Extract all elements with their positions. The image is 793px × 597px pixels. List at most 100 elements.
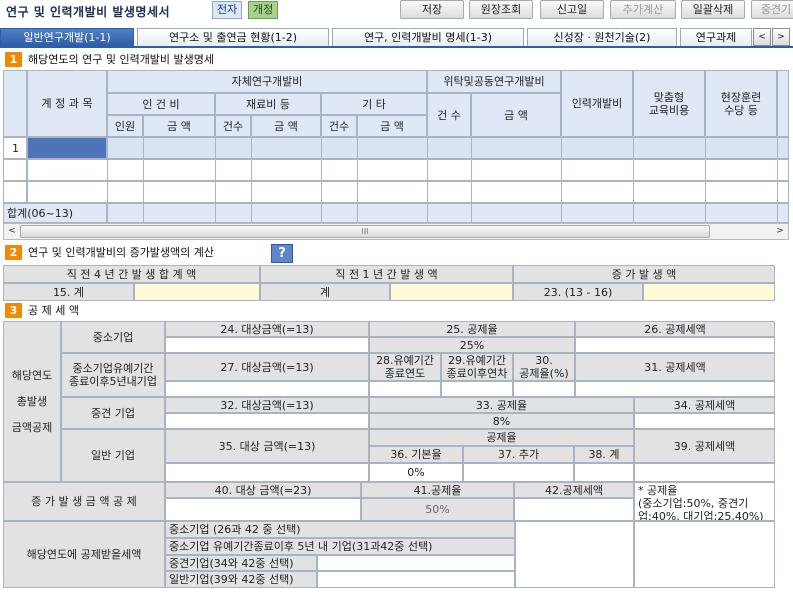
h35: 35. 대상 금액(=13) <box>165 429 369 463</box>
col-line <box>251 137 252 223</box>
col-line <box>777 137 778 223</box>
other-header: 기 타 <box>321 93 427 115</box>
account-header: 계 정 과 목 <box>27 70 107 137</box>
revision-badge[interactable]: 개정 <box>248 1 279 19</box>
scroll-right-icon[interactable]: > <box>772 224 788 239</box>
tab-general-rd[interactable]: 일반연구개발(1-1) <box>0 28 134 46</box>
grace-rate[interactable] <box>513 381 575 397</box>
material-amount-header: 금 액 <box>251 115 321 137</box>
col-line <box>633 137 634 223</box>
table-row-3[interactable] <box>27 181 789 203</box>
general-extra-rate[interactable] <box>463 463 574 482</box>
h29: 29.유예기간 종료이후연차 <box>441 353 513 381</box>
select-value-area[interactable] <box>515 521 634 588</box>
h34: 34. 공제세액 <box>634 397 775 413</box>
rownum-header <box>3 70 27 137</box>
col-line <box>561 137 562 223</box>
grace-years-after[interactable] <box>441 381 513 397</box>
h32: 32. 대상금액(=13) <box>165 397 369 413</box>
select-credit-label: 해당연도에 공제받을세액 <box>3 521 165 588</box>
small-credit-amount[interactable] <box>575 337 775 353</box>
h25: 25. 공제율 <box>369 321 575 337</box>
select-option-grace: 중소기업 유예기간종료이후 5년 내 기업(31과42중 선택) <box>165 538 515 555</box>
general-credit-amount[interactable] <box>634 463 775 482</box>
prev4-total-label: 15. 계 <box>3 283 134 301</box>
total-credit-side-label: 해당연도 총발생 금액공제 <box>3 321 61 482</box>
h27: 27. 대상금액(=13) <box>165 353 369 381</box>
col-line <box>471 137 472 223</box>
col-line <box>321 137 322 223</box>
tab-prev-icon[interactable]: < <box>753 28 771 46</box>
electronic-badge[interactable]: 전자 <box>212 1 243 19</box>
rate-note: * 공제율 (중소기업:50%, 중견기업:40%, 대기업:25,40%) <box>634 482 775 521</box>
midsize-credit-amount[interactable] <box>634 413 775 429</box>
tab-next-icon[interactable]: > <box>772 28 790 46</box>
scroll-thumb[interactable]: III <box>20 225 710 238</box>
increase-total-input[interactable] <box>643 283 775 301</box>
col-line <box>215 137 216 223</box>
select-option-general: 일반기업(39와 42중 선택) <box>165 571 317 588</box>
top-bar: 연구 및 인력개발비 발생명세서 전자 개정 저장 원장조회 신고일 추가계산 … <box>0 0 793 22</box>
h42: 42.공제세액 <box>514 482 634 498</box>
table-row-1[interactable] <box>107 137 789 159</box>
midsize-button[interactable]: 중견기 <box>751 0 793 19</box>
prev4-total-input[interactable] <box>134 283 260 301</box>
delete-all-button[interactable]: 일괄삭제 <box>681 0 745 19</box>
increase-credit-amount[interactable] <box>514 498 634 521</box>
row-number: 1 <box>3 137 27 159</box>
tab-rd-detail[interactable]: 연구, 인력개발비 명세(1-3) <box>332 28 524 46</box>
labor-header: 인 건 비 <box>107 93 215 115</box>
h24: 24. 대상금액(=13) <box>165 321 369 337</box>
account-cell-selected[interactable] <box>27 137 107 159</box>
col-line <box>705 137 706 223</box>
prev1-total-input[interactable] <box>390 283 513 301</box>
grace-target-amount[interactable] <box>165 381 369 397</box>
scroll-left-icon[interactable]: < <box>4 224 20 239</box>
other-count-header: 건수 <box>321 115 357 137</box>
section1-title: 해당연도의 연구 및 인력개발비 발생명세 <box>28 53 215 66</box>
total-label: 합계(06~13) <box>3 203 107 223</box>
report-date-button[interactable]: 신고일 <box>540 0 604 19</box>
col-line <box>143 137 144 223</box>
general-biz-label: 일반 기업 <box>61 429 165 482</box>
prev1-total-label: 계 <box>260 283 390 301</box>
general-target-amount[interactable] <box>165 463 369 482</box>
section1-heading: 1 해당연도의 연구 및 인력개발비 발생명세 <box>5 52 214 68</box>
table-row-2[interactable] <box>27 159 789 181</box>
increase-target-amount[interactable] <box>165 498 361 521</box>
help-icon[interactable]: ? <box>271 244 293 263</box>
h33: 33. 공제율 <box>369 397 634 413</box>
increase-total-label: 23. (13 - 16) <box>513 283 643 301</box>
h36: 36. 기본율 <box>369 446 463 463</box>
labor-people-header: 인원 <box>107 115 143 137</box>
source-lookup-button[interactable]: 원장조회 <box>469 0 533 19</box>
h41: 41.공제율 <box>361 482 514 498</box>
grace-credit-amount[interactable] <box>575 381 775 397</box>
small-target-amount[interactable] <box>165 337 369 353</box>
general-total-rate[interactable] <box>574 463 634 482</box>
select-general-value[interactable] <box>317 571 515 588</box>
horizontal-scrollbar[interactable]: < III > <box>3 223 789 240</box>
h28: 28.유예기간 종료연도 <box>369 353 441 381</box>
row-number <box>3 181 27 203</box>
general-base-rate: 0% <box>369 463 463 482</box>
select-option-midsize: 중견기업(34와 42중 선택) <box>165 555 317 571</box>
section3-title: 공 제 세 액 <box>28 304 79 317</box>
select-midsize-value[interactable] <box>317 555 515 571</box>
col-line <box>107 159 108 203</box>
grace-biz-label: 중소기업유예기간 종료이후5년내기업 <box>61 353 165 397</box>
labor-amount-header: 금 액 <box>143 115 215 137</box>
section3-number: 3 <box>5 303 22 318</box>
self-rd-header: 자체연구개발비 <box>107 70 427 93</box>
midsize-target-amount[interactable] <box>165 413 369 429</box>
save-button[interactable]: 저장 <box>400 0 464 19</box>
tab-new-growth[interactable]: 신성장 · 원천기술(2) <box>527 28 677 46</box>
increase-rate: 50% <box>361 498 514 521</box>
grace-end-year[interactable] <box>369 381 441 397</box>
add-calc-button[interactable]: 추가계산 <box>610 0 676 19</box>
custom-edu-header: 맞춤형 교육비용 <box>633 70 705 137</box>
tab-research-task[interactable]: 연구과제 <box>680 28 752 46</box>
tab-institute[interactable]: 연구소 및 출연금 현황(1-2) <box>137 28 329 46</box>
increase-header: 증 가 발 생 액 <box>513 265 775 283</box>
h39: 39. 공제세액 <box>634 429 775 463</box>
